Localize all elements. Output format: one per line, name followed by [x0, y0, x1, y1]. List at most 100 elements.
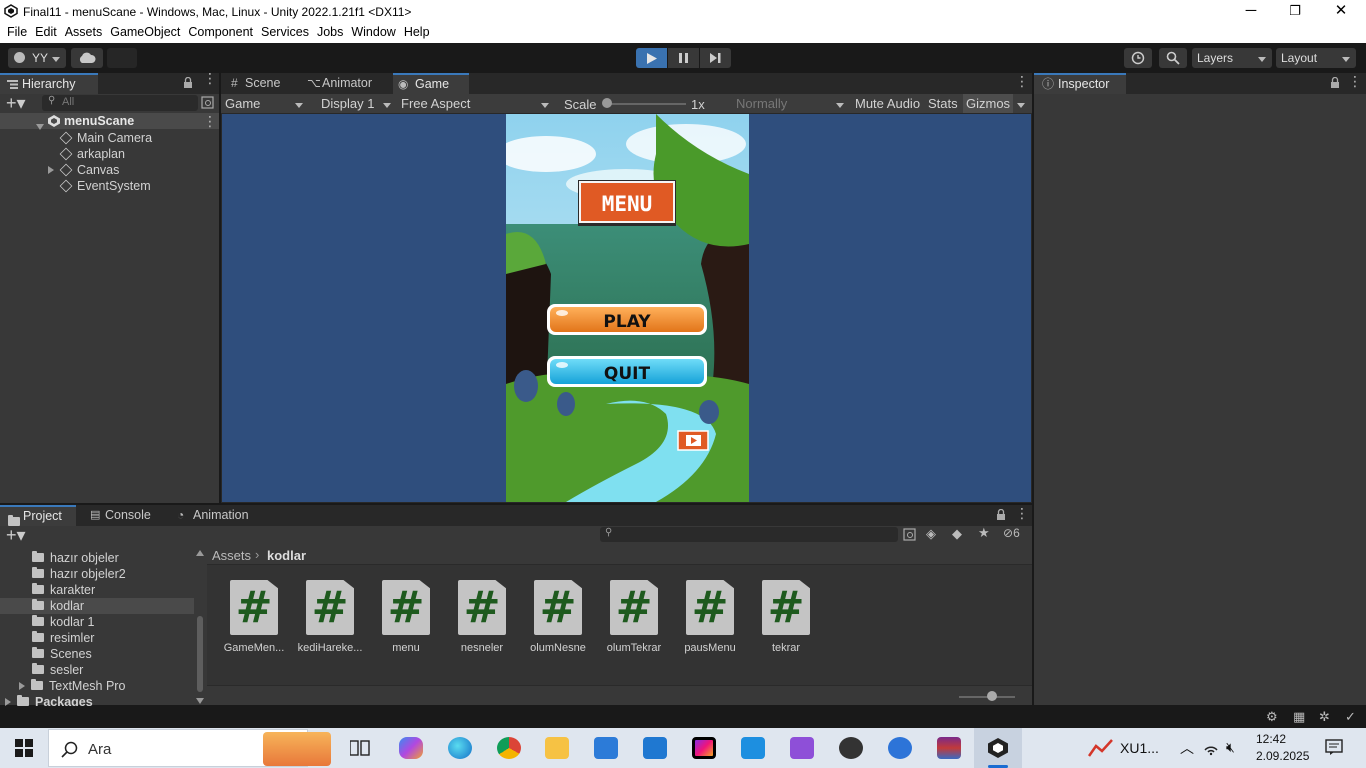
unity-hub-icon[interactable]: [839, 737, 863, 759]
folder-item[interactable]: hazır objeler: [32, 550, 119, 566]
add-object-button[interactable]: +▾: [6, 94, 26, 112]
game-display[interactable]: MENU PLAY QUIT: [222, 114, 1031, 502]
folder-item[interactable]: karakter: [32, 582, 95, 598]
breadcrumb-kodlar[interactable]: kodlar: [267, 548, 306, 563]
tab-hierarchy[interactable]: Hierarchy: [0, 73, 98, 94]
script-asset[interactable]: # olumNesne: [520, 580, 596, 660]
scale-slider[interactable]: [604, 103, 686, 105]
script-asset[interactable]: # menu: [368, 580, 444, 660]
folder-item[interactable]: resimler: [32, 630, 94, 646]
stats-button[interactable]: Stats: [928, 96, 958, 111]
search-scene-icon[interactable]: [201, 96, 214, 109]
label-tag-icon[interactable]: ◆: [952, 526, 962, 542]
script-asset[interactable]: # nesneler: [444, 580, 520, 660]
search-scene-icon[interactable]: [903, 528, 916, 541]
menu-gameobject[interactable]: GameObject: [103, 23, 180, 39]
chevron-up-icon[interactable]: ︿: [1180, 738, 1194, 758]
script-asset[interactable]: # kediHareke...: [292, 580, 368, 660]
clock-time[interactable]: 12:42: [1256, 732, 1286, 746]
hierarchy-item[interactable]: EventSystem: [59, 178, 151, 194]
notification-icon[interactable]: [1325, 739, 1343, 756]
play-button[interactable]: PLAY: [547, 304, 707, 335]
expand-arrow-icon[interactable]: [19, 682, 25, 690]
filter-type-icon[interactable]: ◈: [926, 526, 936, 542]
menu-edit[interactable]: Edit: [28, 23, 57, 39]
expand-arrow-icon[interactable]: [5, 698, 11, 706]
mail-icon[interactable]: [643, 737, 667, 759]
cache-server-icon[interactable]: ▦: [1293, 709, 1305, 725]
progress-icon[interactable]: ⚙: [1266, 709, 1278, 725]
task-view-icon[interactable]: [350, 739, 370, 757]
expand-arrow-icon[interactable]: [36, 124, 44, 130]
layout-dropdown[interactable]: Layout: [1276, 48, 1356, 68]
menu-services[interactable]: Services: [254, 23, 309, 39]
lock-icon[interactable]: [183, 77, 193, 88]
scene-row[interactable]: menuScane ⋮: [0, 113, 219, 130]
quality-dropdown[interactable]: Normally: [732, 94, 850, 113]
search-button[interactable]: [1159, 48, 1187, 68]
hierarchy-search-input[interactable]: ⚲ All: [42, 95, 198, 111]
folder-tree-scrollbar[interactable]: [196, 550, 204, 704]
display-dropdown[interactable]: Display 1: [317, 94, 397, 113]
menu-help[interactable]: Help: [397, 23, 430, 39]
lock-icon[interactable]: [1330, 77, 1340, 88]
script-asset[interactable]: # GameMen...: [216, 580, 292, 660]
close-button[interactable]: ✕: [1318, 0, 1364, 23]
tab-game[interactable]: ◉ Game: [393, 73, 469, 94]
hierarchy-item[interactable]: Canvas: [48, 162, 119, 178]
script-asset[interactable]: # olumTekrar: [596, 580, 672, 660]
aspect-dropdown[interactable]: Free Aspect: [397, 94, 555, 113]
create-asset-button[interactable]: +▾: [6, 526, 26, 544]
expand-arrow-icon[interactable]: [48, 166, 54, 174]
stock-chart-icon[interactable]: [1088, 738, 1114, 758]
vscode-icon[interactable]: [741, 737, 765, 759]
collab-button[interactable]: [107, 48, 137, 68]
play-mode-button[interactable]: [636, 48, 667, 68]
folder-item-kodlar[interactable]: kodlar: [32, 598, 84, 614]
folder-item[interactable]: hazır objeler2: [32, 566, 126, 582]
script-asset[interactable]: # tekrar: [748, 580, 824, 660]
view-menu-icon[interactable]: ⋮: [1015, 73, 1029, 90]
script-asset[interactable]: # pausMenu: [672, 580, 748, 660]
chrome-browser-icon[interactable]: [497, 737, 521, 759]
winrar-icon[interactable]: [937, 737, 961, 759]
folder-item[interactable]: Scenes: [32, 646, 92, 662]
menu-file[interactable]: File: [0, 23, 27, 39]
history-button[interactable]: [1124, 48, 1152, 68]
taskbar-search-box[interactable]: Ara: [48, 729, 331, 767]
more-options-icon[interactable]: ⋮: [203, 71, 217, 90]
microsoft-store-icon[interactable]: [594, 737, 618, 759]
maximize-button[interactable]: ❐: [1272, 0, 1318, 23]
inspector-menu-icon[interactable]: ⋮: [1348, 73, 1362, 90]
menu-window[interactable]: Window: [344, 23, 395, 39]
layers-dropdown[interactable]: Layers: [1192, 48, 1272, 68]
quit-button[interactable]: QUIT: [547, 356, 707, 387]
menu-component[interactable]: Component: [181, 23, 253, 39]
gizmos-button[interactable]: Gizmos: [963, 94, 1013, 113]
tab-animation[interactable]: ◔ Animation: [174, 505, 264, 526]
video-button[interactable]: [677, 430, 709, 451]
edge-browser-icon[interactable]: [448, 737, 472, 759]
tab-inspector[interactable]: ⓘ Inspector: [1034, 73, 1126, 94]
menu-assets[interactable]: Assets: [58, 23, 103, 39]
account-dropdown[interactable]: YY: [8, 48, 66, 68]
tab-animator[interactable]: ⌥ Animator: [305, 73, 393, 94]
step-button[interactable]: [700, 48, 731, 68]
menu-jobs[interactable]: Jobs: [310, 23, 343, 39]
folder-item[interactable]: TextMesh Pro: [19, 678, 125, 694]
scene-menu-icon[interactable]: ⋮: [203, 113, 217, 130]
pause-button[interactable]: [668, 48, 699, 68]
hierarchy-item[interactable]: Main Camera: [59, 130, 152, 146]
tab-scene[interactable]: # Scene: [227, 73, 307, 94]
windows-start-icon[interactable]: [15, 739, 33, 757]
mute-audio-button[interactable]: Mute Audio: [855, 96, 920, 111]
clock-date[interactable]: 2.09.2025: [1256, 749, 1309, 763]
lock-icon[interactable]: [996, 509, 1006, 520]
tab-console[interactable]: ▤ Console: [86, 505, 166, 526]
folder-item[interactable]: sesler: [32, 662, 83, 678]
minimize-button[interactable]: ─: [1228, 0, 1274, 23]
game-view-dropdown[interactable]: Game: [221, 94, 309, 113]
project-search-input[interactable]: ⚲: [600, 527, 898, 542]
app-store-icon[interactable]: [888, 737, 912, 759]
favorite-star-icon[interactable]: ★: [978, 525, 990, 541]
